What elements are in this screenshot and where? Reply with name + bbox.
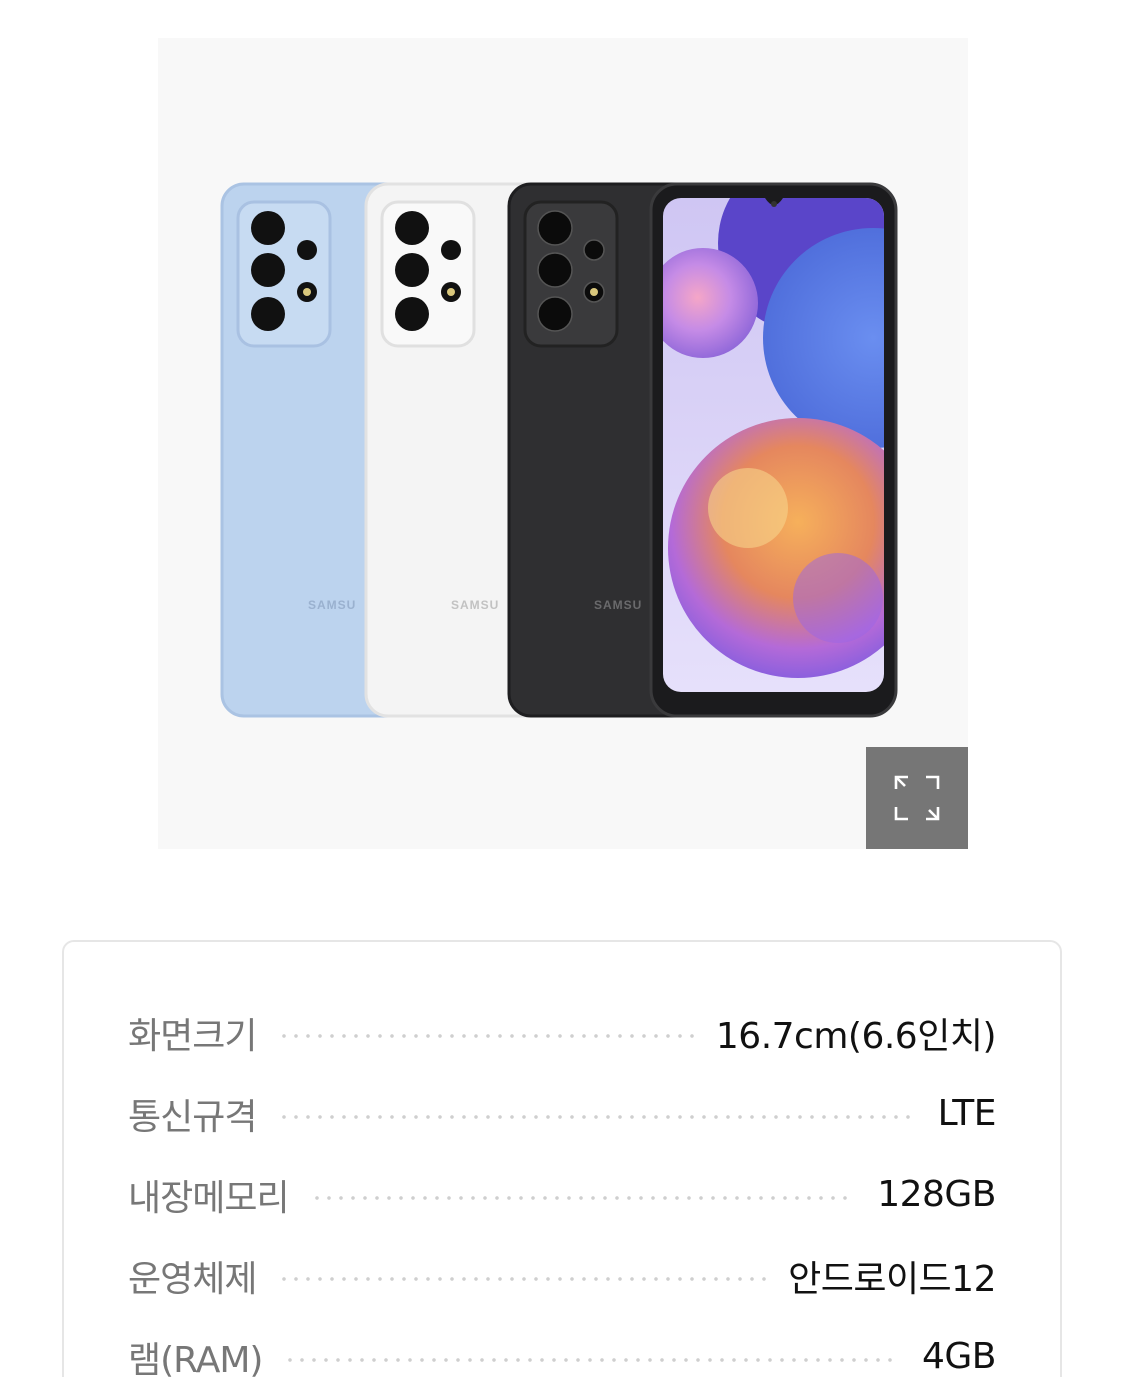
spec-row-storage: 내장메모리 128GB <box>128 1154 996 1235</box>
spec-value: 128GB <box>877 1174 996 1215</box>
dotted-leader <box>278 1276 767 1281</box>
spec-value: LTE <box>937 1093 997 1134</box>
dotted-leader <box>284 1357 900 1362</box>
spec-label: 화면크기 <box>128 1015 257 1057</box>
spec-value: 16.7cm(6.6인치) <box>715 1015 997 1057</box>
fullscreen-button[interactable] <box>866 747 968 849</box>
spec-row-os: 운영체제 안드로이드12 <box>128 1235 996 1316</box>
dotted-leader <box>278 1114 916 1119</box>
dotted-leader <box>310 1195 856 1200</box>
svg-text:SAMSU: SAMSU <box>451 598 499 612</box>
spec-value: 4GB <box>922 1336 997 1377</box>
product-image: SAMSU SAMSU SAMSU <box>220 182 898 718</box>
dotted-leader <box>278 1033 694 1038</box>
svg-text:SAMSU: SAMSU <box>594 598 642 612</box>
svg-text:SAMSU: SAMSU <box>308 598 356 612</box>
spec-list: 화면크기 16.7cm(6.6인치) 통신규격 LTE 내장메모리 128GB … <box>128 992 997 1377</box>
spec-row-ram: 램(RAM) 4GB <box>128 1316 997 1377</box>
spec-value: 안드로이드12 <box>788 1258 996 1300</box>
spec-label: 내장메모리 <box>128 1177 290 1219</box>
product-detail-page: SAMSU SAMSU SAMSU 화면크기 16.7cm(6.6인치) 통신규… <box>0 0 1125 1377</box>
spec-summary-card: 화면크기 16.7cm(6.6인치) 통신규격 LTE 내장메모리 128GB … <box>62 940 1062 1377</box>
product-image-gallery[interactable]: SAMSU SAMSU SAMSU <box>158 38 968 849</box>
spec-row-network: 통신규격 LTE <box>128 1073 997 1154</box>
expand-icon <box>894 775 940 821</box>
spec-label: 운영체제 <box>128 1258 257 1300</box>
spec-label: 통신규격 <box>128 1096 257 1138</box>
spec-row-screen-size: 화면크기 16.7cm(6.6인치) <box>128 992 997 1073</box>
spec-label: 램(RAM) <box>128 1339 263 1377</box>
